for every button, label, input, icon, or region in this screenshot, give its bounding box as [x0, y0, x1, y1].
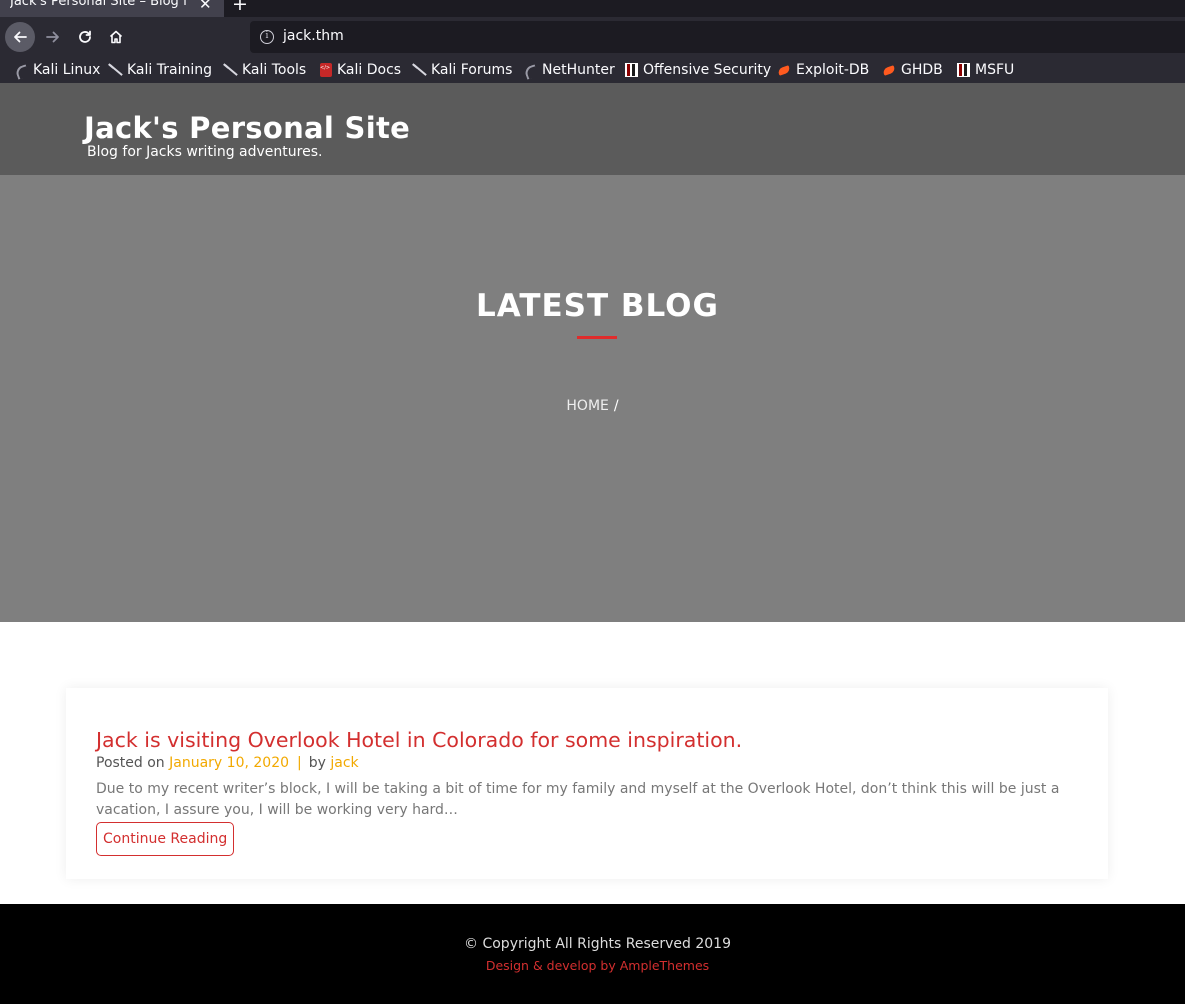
offsec-icon	[957, 63, 970, 77]
info-icon[interactable]: i	[260, 30, 274, 44]
title-underline	[577, 336, 617, 339]
tab-close-icon[interactable]: ✕	[199, 0, 212, 13]
post-excerpt: Due to my recent writer’s block, I will …	[96, 781, 1060, 818]
bookmark-ghdb[interactable]: GHDB	[882, 60, 943, 80]
offsec-icon	[625, 63, 638, 77]
breadcrumb: HOME /	[0, 398, 1185, 414]
site-header: Jack's Personal Site Blog for Jacks writ…	[0, 83, 1185, 175]
navigation-toolbar: i jack.thm	[0, 17, 1185, 57]
kali-dragon-icon	[14, 63, 28, 77]
bookmark-nethunter[interactable]: NetHunter	[523, 60, 615, 80]
bookmark-label: GHDB	[901, 62, 943, 78]
browser-tab[interactable]: Jack's Personal Site – Blog f ✕	[0, 0, 224, 17]
site-tagline: Blog for Jacks writing adventures.	[87, 144, 323, 160]
bookmark-offensive-security[interactable]: Offensive Security	[625, 60, 771, 80]
url-text[interactable]: jack.thm	[283, 28, 344, 44]
arrow-left-icon	[14, 31, 27, 43]
bookmark-label: Kali Docs	[337, 62, 402, 78]
page-title: LATEST BLOG	[475, 288, 719, 324]
bookmark-label: Kali Linux	[33, 62, 101, 78]
bookmark-label: NetHunter	[542, 62, 615, 78]
blog-post-card: Jack is visiting Overlook Hotel in Color…	[66, 688, 1108, 879]
kali-docs-icon	[320, 63, 332, 77]
post-title-link[interactable]: Jack is visiting Overlook Hotel in Color…	[96, 728, 742, 752]
arrow-right-icon	[46, 31, 59, 43]
bookmark-kali-docs[interactable]: Kali Docs	[320, 60, 401, 80]
continue-reading-button[interactable]: Continue Reading	[96, 822, 235, 856]
kali-slash-icon	[223, 63, 237, 77]
post-meta: Posted on January 10, 2020 | by jack	[96, 755, 359, 771]
kali-slash-icon	[412, 63, 426, 77]
bookmark-msfu[interactable]: MSFU	[957, 60, 1014, 80]
tab-title: Jack's Personal Site – Blog f	[10, 0, 186, 9]
copyright-text: © Copyright All Rights Reserved 2019	[464, 936, 731, 952]
kali-slash-icon	[108, 63, 122, 77]
meta-separator: |	[297, 755, 302, 771]
post-date-link[interactable]: January 10, 2020	[169, 755, 289, 771]
breadcrumb-separator: /	[613, 398, 619, 414]
home-icon	[109, 30, 123, 44]
bookmark-label: Exploit-DB	[796, 62, 870, 78]
kali-dragon-icon	[523, 63, 537, 77]
bookmark-kali-training[interactable]: Kali Training	[108, 60, 212, 80]
url-bar[interactable]: i jack.thm	[250, 21, 1185, 53]
bookmarks-toolbar: Kali Linux Kali Training Kali Tools Kali…	[0, 57, 1185, 83]
exploit-db-icon	[882, 63, 896, 77]
bookmark-kali-forums[interactable]: Kali Forums	[412, 60, 512, 80]
site-footer: © Copyright All Rights Reserved 2019 Des…	[0, 904, 1185, 1004]
tab-strip: Jack's Personal Site – Blog f ✕ +	[0, 0, 1185, 17]
theme-credit-link[interactable]: Design & develop by AmpleThemes	[0, 958, 1185, 973]
bookmark-kali-linux[interactable]: Kali Linux	[14, 60, 100, 80]
bookmark-label: Offensive Security	[643, 62, 772, 78]
home-button[interactable]	[101, 22, 131, 52]
bookmark-label: Kali Tools	[242, 62, 307, 78]
bookmark-label: Kali Forums	[431, 62, 513, 78]
exploit-db-icon	[777, 63, 791, 77]
breadcrumb-home-link[interactable]: HOME	[566, 398, 608, 414]
bookmark-kali-tools[interactable]: Kali Tools	[223, 60, 306, 80]
new-tab-button[interactable]: +	[232, 0, 248, 15]
posted-on-label: Posted on	[96, 755, 165, 771]
hero-banner: LATEST BLOG HOME /	[0, 175, 1185, 622]
bookmark-label: MSFU	[975, 62, 1015, 78]
site-title[interactable]: Jack's Personal Site	[84, 111, 410, 145]
post-author-link[interactable]: jack	[330, 755, 358, 771]
reload-button[interactable]	[70, 22, 100, 52]
back-button[interactable]	[5, 22, 35, 52]
bookmark-label: Kali Training	[127, 62, 212, 78]
by-label: by	[308, 755, 326, 771]
bookmark-exploit-db[interactable]: Exploit-DB	[777, 60, 869, 80]
forward-button[interactable]	[38, 22, 68, 52]
reload-icon	[79, 30, 91, 43]
